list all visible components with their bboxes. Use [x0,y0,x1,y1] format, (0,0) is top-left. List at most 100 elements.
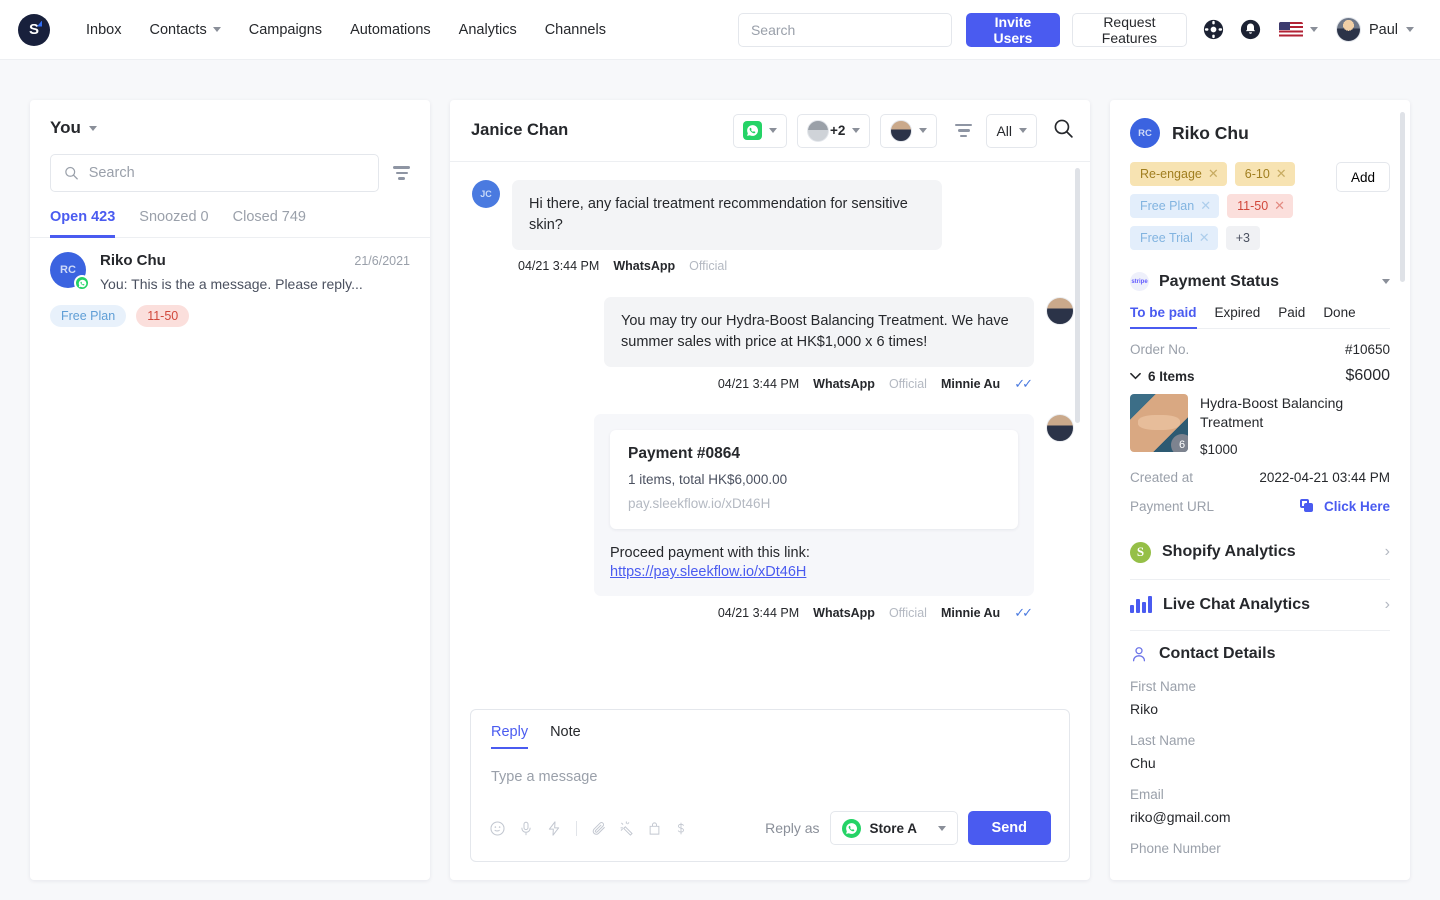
payment-card[interactable]: Payment #0864 1 items, total HK$6,000.00… [610,430,1018,529]
order-items-toggle[interactable]: 6 Items [1130,369,1195,384]
status-badge: Free Plan [50,305,126,327]
field-value[interactable]: riko@gmail.com [1130,809,1390,825]
message-filter-label: All [996,123,1012,139]
tab-paid[interactable]: Paid [1278,305,1305,329]
paperclip-icon[interactable] [591,820,607,837]
filter-icon[interactable] [955,124,972,138]
reply-as-label: Reply as [765,820,819,836]
emoji-icon[interactable] [489,820,506,837]
conversation-row: RC Riko Chu 21/6/2021 You: This is the a… [50,252,410,292]
message-meta: 04/21 3:44 PM WhatsApp Official Minnie A… [472,605,1030,621]
message-time: 04/21 3:44 PM [518,259,599,273]
copy-payment-url[interactable]: Click Here [1300,498,1391,516]
avatar [1046,414,1074,442]
tab-expired[interactable]: Expired [1215,305,1261,329]
search-icon[interactable] [1053,118,1074,144]
app-logo[interactable]: S [18,14,50,46]
shopify-analytics-row[interactable]: S Shopify Analytics › [1130,526,1390,579]
microphone-icon[interactable] [518,820,534,837]
payment-url-action[interactable]: Click Here [1324,499,1390,514]
live-chat-analytics-row[interactable]: Live Chat Analytics › [1130,579,1390,630]
user-menu[interactable]: Paul [1336,17,1414,42]
add-tag-button[interactable]: Add [1336,162,1390,192]
channel-selector[interactable] [733,114,787,148]
assignee-selector[interactable] [880,114,937,148]
nav-item-campaigns[interactable]: Campaigns [235,16,336,44]
lightning-icon[interactable] [546,820,562,837]
filter-icon[interactable] [393,166,410,180]
tab-snoozed[interactable]: Snoozed 0 [139,209,208,238]
nav-item-channels[interactable]: Channels [531,16,620,44]
stripe-icon: stripe [1130,272,1149,291]
message-time: 04/21 3:44 PM [718,606,799,620]
tab-reply[interactable]: Reply [491,724,528,749]
message-meta: 04/21 3:44 PM WhatsApp Official [518,259,1074,273]
message-account: Official [689,259,727,273]
conversation-search-input[interactable] [89,165,365,181]
conversation-date: 21/6/2021 [354,254,410,268]
payment-proceed-text: Proceed payment with this link: [610,545,1018,561]
message-channel: WhatsApp [813,606,875,620]
contact-tag[interactable]: Free Trial✕ [1130,226,1218,250]
invite-users-button[interactable]: Invite Users [966,13,1060,47]
product-quantity-badge: 6 [1171,434,1188,452]
chevron-down-icon [769,128,777,133]
message-scrollbar[interactable] [1075,168,1080,703]
close-icon[interactable]: ✕ [1199,230,1210,246]
nav-item-analytics[interactable]: Analytics [445,16,531,44]
dollar-icon[interactable] [674,820,688,837]
language-selector[interactable] [1279,22,1318,38]
inbox-owner-selector[interactable]: You [50,118,410,138]
conversation-panel: Janice Chan +2 All [450,100,1090,880]
close-icon[interactable]: ✕ [1274,198,1285,214]
message-agent: Minnie Au [941,606,1000,620]
tab-done[interactable]: Done [1323,305,1355,329]
request-features-button[interactable]: Request Features [1072,13,1187,47]
tab-note[interactable]: Note [550,724,581,749]
product-price: $1000 [1200,442,1390,457]
nav-label: Channels [545,22,606,38]
payment-message: Payment #0864 1 items, total HK$6,000.00… [594,414,1034,596]
close-icon[interactable]: ✕ [1208,166,1219,182]
contact-tag-overflow[interactable]: +3 [1226,226,1260,250]
field-value[interactable]: Riko [1130,701,1390,717]
payment-status-section-header[interactable]: stripe Payment Status [1130,272,1390,291]
contact-tag[interactable]: 11-50✕ [1227,194,1293,218]
nav-item-contacts[interactable]: Contacts [135,16,234,44]
avatar [1336,17,1361,42]
order-items-row[interactable]: 6 Items $6000 [1130,367,1390,385]
search-input[interactable] [751,22,939,38]
message-scrollbar-thumb[interactable] [1075,168,1080,423]
payment-url-label: Payment URL [1130,499,1214,514]
send-button[interactable]: Send [968,811,1051,845]
close-icon[interactable]: ✕ [1200,198,1211,214]
tab-to-be-paid[interactable]: To be paid [1130,305,1197,329]
nav-item-automations[interactable]: Automations [336,16,445,44]
contact-tag[interactable]: 6-10✕ [1235,162,1295,186]
tab-open[interactable]: Open 423 [50,209,115,238]
contact-tag[interactable]: Free Plan✕ [1130,194,1219,218]
shopping-bag-icon[interactable] [647,820,662,837]
nav-item-inbox[interactable]: Inbox [72,16,135,44]
magic-wand-icon[interactable] [619,820,635,837]
bell-icon[interactable] [1240,19,1261,41]
gear-icon[interactable] [1203,19,1224,41]
list-item[interactable]: RC Riko Chu 21/6/2021 You: This is the a… [30,238,430,343]
reply-channel-selector[interactable]: Store A [830,811,958,845]
participants-selector[interactable]: +2 [797,114,870,148]
contact-tag[interactable]: Re-engage✕ [1130,162,1227,186]
payment-status-tabs: To be paid Expired Paid Done [1130,305,1390,329]
chevron-down-icon[interactable] [1382,279,1390,284]
avatar [807,120,829,142]
field-value[interactable]: Chu [1130,755,1390,771]
conversation-search[interactable] [50,154,379,192]
message-input[interactable]: Type a message [471,749,1069,811]
global-search[interactable] [738,13,952,47]
message-filter-selector[interactable]: All [986,114,1037,148]
close-icon[interactable]: ✕ [1276,166,1287,182]
contact-panel-scrollbar-thumb[interactable] [1400,112,1405,282]
message-channel: WhatsApp [813,377,875,391]
payment-link[interactable]: https://pay.sleekflow.io/xDt46H [610,564,1018,580]
tab-closed[interactable]: Closed 749 [233,209,306,238]
main-nav-links: Inbox Contacts Campaigns Automations Ana… [72,16,620,44]
